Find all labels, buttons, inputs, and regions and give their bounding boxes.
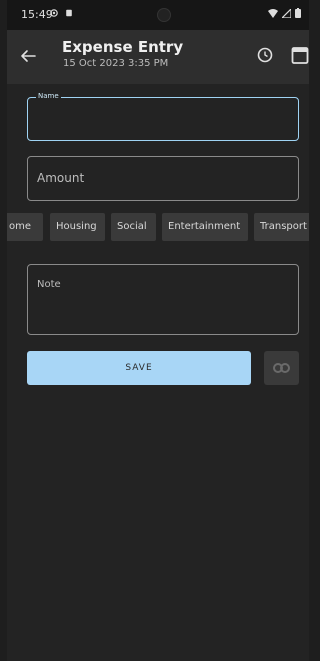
app-bar: Expense Entry 15 Oct 2023 3:35 PM — [7, 30, 309, 84]
clipboard-notification-icon — [66, 9, 72, 17]
note-field[interactable]: Note — [27, 264, 299, 335]
name-field-label: Name — [36, 92, 61, 100]
calendar-icon[interactable] — [291, 45, 309, 65]
link-icon — [273, 363, 290, 373]
category-chip-transport[interactable]: Transport — [254, 213, 309, 241]
status-bar: 15:49 — [7, 0, 309, 30]
save-button[interactable]: SAVE — [27, 351, 251, 385]
amount-placeholder: Amount — [37, 171, 85, 185]
app-notification-icon — [50, 9, 58, 17]
category-chips: ome Housing Social Entertainment Transpo… — [7, 213, 309, 241]
category-chip-social[interactable]: Social — [111, 213, 156, 241]
amount-field[interactable]: Amount — [27, 156, 299, 201]
signal-icon — [282, 8, 291, 18]
battery-icon — [295, 8, 301, 18]
page-title: Expense Entry — [62, 38, 184, 56]
category-chip-income[interactable]: ome — [7, 213, 43, 241]
screen: 15:49 Expense Entry 15 Oct 2023 3:35 PM — [7, 0, 309, 661]
name-field[interactable]: Name — [27, 92, 299, 141]
category-chip-entertainment[interactable]: Entertainment — [162, 213, 248, 241]
category-chip-housing[interactable]: Housing — [50, 213, 105, 241]
link-button[interactable] — [264, 351, 299, 385]
clock-icon[interactable] — [256, 46, 274, 64]
back-arrow-icon[interactable] — [19, 47, 37, 65]
wifi-icon — [268, 8, 278, 18]
note-placeholder: Note — [37, 279, 61, 290]
entry-datetime: 15 Oct 2023 3:35 PM — [63, 58, 169, 69]
status-time: 15:49 — [21, 8, 53, 21]
camera-cutout — [157, 8, 171, 22]
